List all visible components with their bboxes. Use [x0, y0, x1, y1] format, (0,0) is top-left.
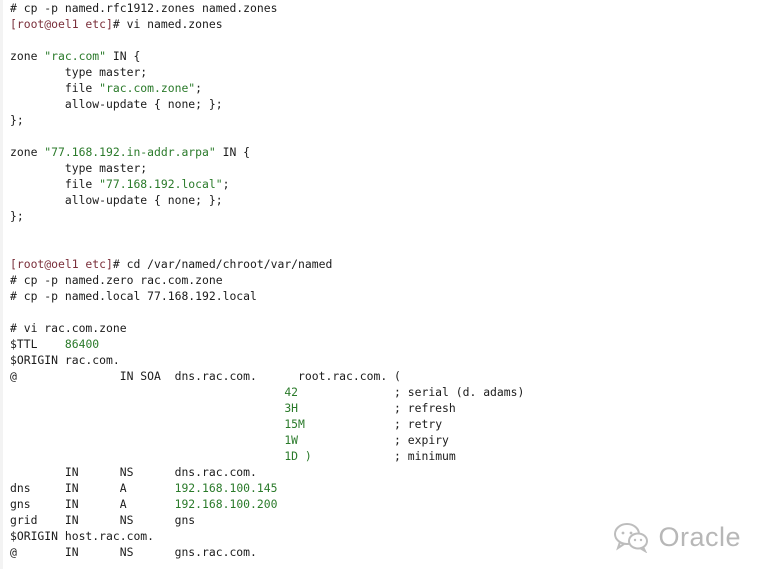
code-text: ; serial (d. adams): [298, 385, 525, 399]
watermark: Oracle: [612, 521, 741, 553]
code-literal: 1W: [284, 433, 299, 447]
code-text: dns IN A: [10, 481, 175, 495]
code-text: # cp -p named.rfc1912.zones named.zones: [10, 1, 278, 15]
code-line: [root@oel1 etc]# cd /var/named/chroot/va…: [10, 256, 332, 272]
code-line: # cp -p named.local 77.168.192.local: [10, 288, 257, 304]
code-line: allow-update { none; };: [10, 192, 223, 208]
code-text: grid IN NS gns: [10, 513, 196, 527]
code-line: dns IN A 192.168.100.145: [10, 480, 277, 496]
code-text: allow-update { none; };: [10, 97, 223, 111]
code-line: grid IN NS gns: [10, 512, 195, 528]
code-text: ; minimum: [311, 449, 456, 463]
code-text: # cp -p named.zero rac.com.zone: [10, 273, 223, 287]
code-line: $ORIGIN host.rac.com.: [10, 528, 154, 544]
code-line: # cp -p named.zero rac.com.zone: [10, 272, 223, 288]
code-literal: 15M: [284, 417, 305, 431]
code-literal: 192.168.100.200: [174, 497, 278, 511]
code-text: zone: [10, 145, 45, 159]
code-line: 1D ) ; minimum: [10, 448, 456, 464]
code-line: type master;: [10, 64, 147, 80]
code-text: # vi named.zones: [112, 17, 223, 31]
code-line: 1W ; expiry: [10, 432, 449, 448]
code-line: $TTL 86400: [10, 336, 99, 352]
code-text: # cd /var/named/chroot/var/named: [112, 257, 333, 271]
code-line: @ IN SOA dns.rac.com. root.rac.com. (: [10, 368, 401, 384]
code-line: file "77.168.192.local";: [10, 176, 230, 192]
code-text: IN NS dns.rac.com.: [10, 465, 257, 479]
code-literal: "rac.com": [44, 49, 107, 63]
code-line: IN NS dns.rac.com.: [10, 464, 257, 480]
code-line: @ IN NS gns.rac.com.: [10, 544, 257, 560]
code-literal: "77.168.192.in-addr.arpa": [44, 145, 216, 159]
code-text: ;: [195, 81, 203, 95]
code-line: };: [10, 112, 24, 128]
code-text: ; expiry: [298, 433, 449, 447]
code-line: # vi rac.com.zone: [10, 320, 127, 336]
code-text: $ORIGIN host.rac.com.: [10, 529, 155, 543]
code-line: gns IN A 192.168.100.200: [10, 496, 277, 512]
wechat-icon: [612, 521, 650, 553]
code-text: IN {: [215, 145, 251, 159]
code-text: allow-update { none; };: [10, 193, 223, 207]
code-literal: 192.168.100.145: [174, 481, 278, 495]
code-line: zone "77.168.192.in-addr.arpa" IN {: [10, 144, 250, 160]
code-text: zone: [10, 49, 45, 63]
code-text: @ IN NS gns.rac.com.: [10, 545, 257, 559]
code-text: IN {: [106, 49, 141, 63]
code-literal: "rac.com.zone": [99, 81, 196, 95]
code-line: 42 ; serial (d. adams): [10, 384, 524, 400]
code-literal: 42: [284, 385, 299, 399]
code-text: file: [10, 177, 100, 191]
code-literal: 86400: [64, 337, 100, 351]
code-line: allow-update { none; };: [10, 96, 223, 112]
code-text: # vi rac.com.zone: [10, 321, 127, 335]
shell-prompt: [root@oel1 etc]: [10, 17, 113, 31]
code-text: $TTL: [10, 337, 65, 351]
code-text: type master;: [10, 65, 148, 79]
watermark-text: Oracle: [658, 521, 741, 552]
code-line: $ORIGIN rac.com.: [10, 352, 120, 368]
code-text: gns IN A: [10, 497, 175, 511]
code-line: # cp -p named.rfc1912.zones named.zones: [10, 0, 277, 16]
code-text: # cp -p named.local 77.168.192.local: [10, 289, 257, 303]
code-text: type master;: [10, 161, 148, 175]
shell-prompt: [root@oel1 etc]: [10, 257, 113, 271]
code-line: 15M ; retry: [10, 416, 442, 432]
code-line: };: [10, 208, 24, 224]
code-literal: 3H: [284, 401, 299, 415]
code-text: };: [10, 209, 24, 223]
code-line: file "rac.com.zone";: [10, 80, 202, 96]
code-literal: "77.168.192.local": [99, 177, 223, 191]
code-text: file: [10, 81, 100, 95]
code-text: ; refresh: [298, 401, 456, 415]
code-text: $ORIGIN rac.com.: [10, 353, 120, 367]
code-text: ;: [222, 177, 230, 191]
code-text: @ IN SOA dns.rac.com. root.rac.com. (: [10, 369, 401, 383]
code-line: type master;: [10, 160, 147, 176]
code-line: [root@oel1 etc]# vi named.zones: [10, 16, 223, 32]
code-text: };: [10, 113, 24, 127]
code-line: zone "rac.com" IN {: [10, 48, 140, 64]
code-literal: 1D ): [284, 449, 312, 463]
code-line: 3H ; refresh: [10, 400, 456, 416]
terminal-output[interactable]: # cp -p named.rfc1912.zones named.zones[…: [0, 0, 763, 569]
code-text: ; retry: [304, 417, 443, 431]
